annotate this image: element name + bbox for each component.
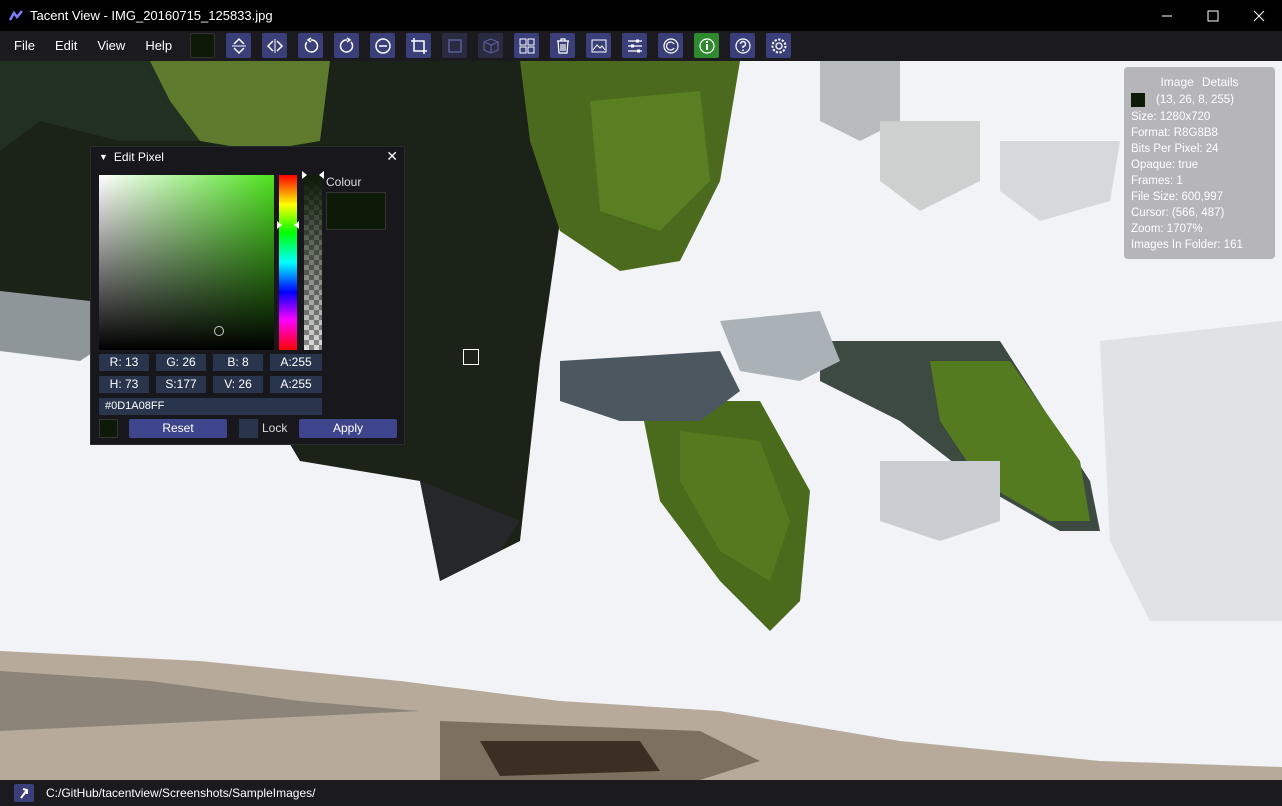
image-icon — [591, 39, 606, 52]
minimize-icon — [1162, 15, 1172, 16]
bits-per-pixel: Bits Per Pixel: 24 — [1131, 143, 1219, 155]
zoom-out-icon — [374, 37, 391, 54]
lock-label: Lock — [262, 421, 288, 435]
rotate-clockwise-icon — [339, 36, 353, 53]
crop-button[interactable] — [406, 33, 431, 58]
adjust-button[interactable] — [622, 33, 647, 58]
tile-button[interactable] — [442, 33, 467, 58]
images-in-folder: Images In Folder: 161 — [1131, 239, 1243, 251]
info-icon — [698, 37, 715, 54]
flip-horizontal-icon — [266, 38, 283, 53]
tile-icon — [447, 38, 462, 53]
menu-view[interactable]: View — [87, 31, 135, 61]
close-button[interactable] — [1236, 0, 1282, 31]
info-button[interactable] — [694, 33, 719, 58]
up-folder-icon — [20, 788, 28, 799]
close-icon — [1253, 10, 1265, 21]
menu-edit[interactable]: Edit — [45, 31, 87, 61]
app-icon — [8, 9, 23, 21]
colour-preview — [326, 192, 386, 230]
zoom-out-button[interactable] — [370, 33, 395, 58]
saturation-value-handle[interactable] — [214, 326, 224, 336]
cursor-position: Cursor: (566, 487) — [1131, 207, 1225, 219]
image-button[interactable] — [586, 33, 611, 58]
reference-colour-swatch[interactable] — [99, 419, 118, 438]
rotate-anticlockwise-button[interactable] — [298, 33, 323, 58]
alpha-marker-left-icon — [302, 171, 307, 179]
hex-field[interactable]: #0D1A08FF — [99, 398, 322, 415]
contact-sheet-button[interactable] — [514, 33, 539, 58]
opaque: Opaque: true — [1131, 159, 1199, 171]
alpha-field[interactable]: A:255 — [270, 354, 322, 371]
settings-button[interactable] — [766, 33, 791, 58]
apply-button[interactable]: Apply — [299, 419, 397, 438]
cube-icon — [482, 37, 499, 54]
rotate-clockwise-button[interactable] — [334, 33, 359, 58]
up-folder-button[interactable] — [14, 784, 34, 802]
pixel-cursor — [463, 349, 479, 365]
crop-icon — [410, 37, 427, 54]
status-bar: C:/GitHub/tacentview/Screenshots/SampleI… — [0, 780, 1282, 806]
hue-field[interactable]: H: 73 — [99, 376, 149, 393]
lock-checkbox[interactable] — [239, 419, 258, 438]
settings-icon — [771, 38, 786, 53]
hue-marker-right-icon — [294, 221, 299, 229]
saturation-value-picker[interactable] — [99, 175, 274, 350]
flip-vertical-icon — [231, 37, 246, 54]
delete-icon — [556, 37, 569, 54]
green-field[interactable]: G: 26 — [156, 354, 206, 371]
maximize-button[interactable] — [1190, 0, 1236, 31]
pixel-value: (13, 26, 8, 255) — [1156, 94, 1234, 106]
menu-help[interactable]: Help — [135, 31, 182, 61]
alpha-hsv-field[interactable]: A:255 — [270, 376, 322, 393]
value-field[interactable]: V: 26 — [213, 376, 263, 393]
alpha-gradient — [304, 175, 322, 350]
flip-vertical-button[interactable] — [226, 33, 251, 58]
minimize-button[interactable] — [1144, 0, 1190, 31]
window-title: Tacent View - IMG_20160715_125833.jpg — [30, 8, 273, 23]
flip-horizontal-button[interactable] — [262, 33, 287, 58]
help-icon — [734, 37, 751, 54]
pixel-colour-swatch — [1131, 93, 1145, 107]
reset-button[interactable]: Reset — [129, 419, 227, 438]
folder-path: C:/GitHub/tacentview/Screenshots/SampleI… — [46, 786, 316, 800]
contact-sheet-icon — [519, 38, 534, 53]
help-button[interactable] — [730, 33, 755, 58]
alpha-marker-right-icon — [319, 171, 324, 179]
image-details-title-b: Details — [1201, 75, 1239, 89]
title-bar: Tacent View - IMG_20160715_125833.jpg — [0, 0, 1282, 31]
edit-pixel-title: Edit Pixel — [113, 150, 164, 164]
saturation-field[interactable]: S:177 — [156, 376, 206, 393]
adjust-icon — [627, 39, 642, 52]
rotate-anticlockwise-icon — [304, 36, 318, 53]
maximize-icon — [1207, 10, 1219, 21]
image-size: Size: 1280x720 — [1131, 111, 1211, 123]
image-format: Format: R8G8B8 — [1131, 127, 1218, 139]
image-details-overlay: Image Details (13, 26, 8, 255) Size: 128… — [1124, 67, 1275, 259]
edit-pixel-close-icon[interactable]: ✕ — [386, 148, 398, 165]
hue-slider[interactable] — [279, 175, 297, 350]
edit-pixel-panel: ▼ Edit Pixel ✕ Colour R: 13 G: 26 B: 8 A… — [90, 146, 405, 445]
refresh-button[interactable] — [658, 33, 683, 58]
frames: Frames: 1 — [1131, 175, 1183, 187]
hue-marker-left-icon — [277, 221, 282, 229]
edit-pixel-title-bar[interactable]: ▼ Edit Pixel — [91, 147, 404, 167]
file-size: File Size: 600,997 — [1131, 191, 1224, 203]
red-field[interactable]: R: 13 — [99, 354, 149, 371]
cube-button[interactable] — [478, 33, 503, 58]
collapse-icon[interactable]: ▼ — [99, 152, 108, 162]
blue-field[interactable]: B: 8 — [213, 354, 263, 371]
colour-label: Colour — [326, 175, 362, 189]
image-details-header[interactable]: Image Details — [1124, 75, 1275, 89]
zoom-level: Zoom: 1707% — [1131, 223, 1203, 235]
current-colour-swatch[interactable] — [190, 33, 215, 58]
image-details-title-a: Image — [1160, 75, 1194, 89]
menu-file[interactable]: File — [0, 31, 45, 61]
refresh-icon — [662, 37, 679, 54]
delete-button[interactable] — [550, 33, 575, 58]
